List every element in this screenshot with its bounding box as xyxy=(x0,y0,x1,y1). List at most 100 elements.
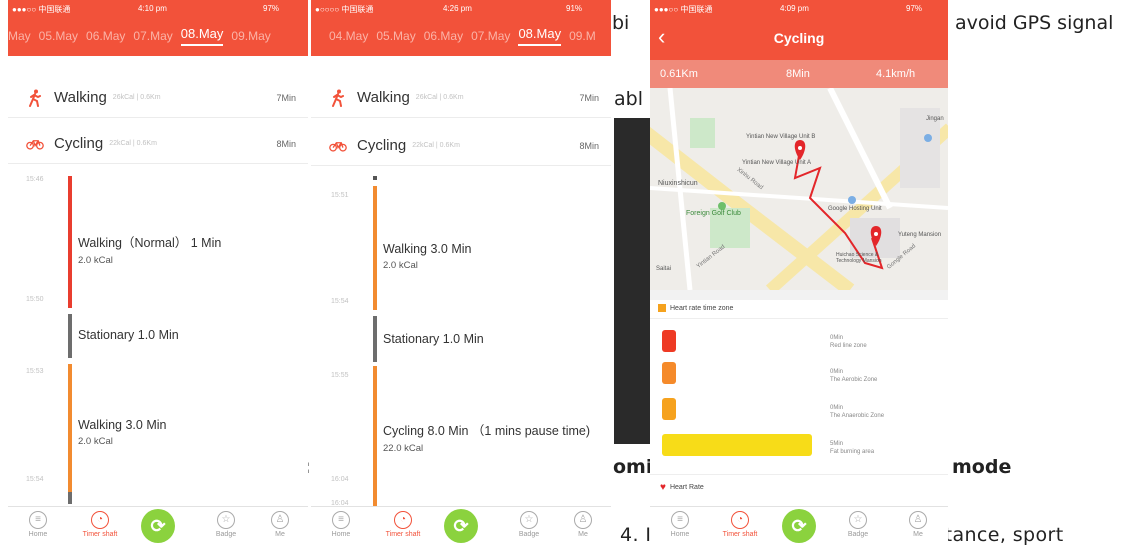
tab-label: Me xyxy=(275,531,285,538)
nav-bar: ‹ Cycling xyxy=(650,16,948,60)
timeline-time: 15:46 xyxy=(26,176,44,183)
tab-timer-shaft[interactable]: ◔ Timer shaft xyxy=(720,511,760,538)
tab-home[interactable]: ≡ Home xyxy=(18,511,58,538)
date-tab[interactable]: 09.M xyxy=(569,29,596,43)
map-canvas xyxy=(650,88,948,290)
date-tab[interactable]: 07.May xyxy=(471,29,510,43)
hr-zone-header: Heart rate time zone xyxy=(658,304,733,312)
date-strip[interactable]: 04.May 05.May 06.May 07.May 08.May 09.M xyxy=(311,16,611,56)
hr-zone-title: Heart rate time zone xyxy=(670,304,734,312)
segment-entry[interactable]: Cycling 8.0 Min （1 mins pause time) 22.0… xyxy=(383,420,590,454)
date-tab[interactable]: 09.May xyxy=(231,29,270,43)
segment-entry[interactable]: Walking 3.0 Min 2.0 kCal xyxy=(78,418,166,447)
bicycle-icon xyxy=(329,137,347,155)
phone-screen-2: ●○○○○ 中国联通 4:26 pm 91% 04.May 05.May 06.… xyxy=(311,0,611,546)
segment-label: Stationary 1.0 Min xyxy=(383,332,484,346)
date-tab[interactable]: 07.May xyxy=(133,29,172,43)
sync-button[interactable]: ⟳ xyxy=(141,509,175,543)
stat-speed: 4.1km/h xyxy=(876,68,916,80)
zone-time: 0Min xyxy=(830,335,844,341)
home-icon: ≡ xyxy=(332,511,350,529)
timeline-time: 15:50 xyxy=(26,296,44,303)
phone-screen-1: ●●●○○ 中国联通 4:10 pm 97% May 05.May 06.May… xyxy=(8,0,308,546)
timeline-segment-stationary xyxy=(373,316,377,362)
clock: 4:10 pm xyxy=(138,4,167,13)
battery: 91% xyxy=(566,4,583,13)
device-photo-strip xyxy=(614,118,650,444)
tab-timer-shaft[interactable]: ◔ Timer shaft xyxy=(80,511,120,538)
tab-badge[interactable]: ☆ Badge xyxy=(509,511,549,538)
map-label: Google Hosting Unit xyxy=(828,206,882,212)
hr-zone-row: 5Min Fat burning area xyxy=(650,432,948,462)
date-tab[interactable]: 06.May xyxy=(86,29,125,43)
route-map[interactable]: Yintian New Village Unit B Yintian New V… xyxy=(650,88,948,290)
segment-entry[interactable]: Stationary 1.0 Min xyxy=(78,328,179,342)
tab-me[interactable]: ♙ Me xyxy=(260,511,300,538)
bicycle-icon xyxy=(26,135,44,153)
status-bar: ●●●○○ 中国联通 4:09 pm 97% xyxy=(650,0,948,16)
date-tab[interactable]: 05.May xyxy=(376,29,415,43)
segment-entry[interactable]: Walking 3.0 Min 2.0 kCal xyxy=(383,242,471,271)
badge-icon: ☆ xyxy=(849,511,867,529)
segment-entry[interactable]: Stationary 1.0 Min xyxy=(383,332,484,346)
tab-me[interactable]: ♙ Me xyxy=(563,511,603,538)
timeline-segment-stationary xyxy=(68,492,72,504)
segment-label: Walking 3.0 Min xyxy=(383,242,472,256)
date-tab-selected[interactable]: 08.May xyxy=(180,26,224,46)
activity-row-walking[interactable]: Walking 26kCal | 0.6Km 7Min xyxy=(8,78,308,118)
timeline-time: 15:54 xyxy=(26,476,44,483)
date-tab[interactable]: 05.May xyxy=(39,29,78,43)
map-label: Foreign Golf Club xyxy=(686,210,741,217)
home-icon: ≡ xyxy=(29,511,47,529)
person-icon: ♙ xyxy=(574,511,592,529)
doc-text-frag: bi xyxy=(612,12,630,34)
tab-home[interactable]: ≡ Home xyxy=(321,511,361,538)
segment-label: Walking 3.0 Min xyxy=(78,418,167,432)
zone-name: Fat burning area xyxy=(830,449,875,455)
activity-sub: 22kCal | 0.6Km xyxy=(412,142,460,149)
stats-bar: 0.61Km 8Min 4.1km/h xyxy=(650,60,948,88)
tab-label: Me xyxy=(578,531,588,538)
segment-kcal: 2.0 kCal xyxy=(78,436,113,447)
timeline-dot xyxy=(373,176,377,180)
date-tab[interactable]: May xyxy=(8,29,31,43)
stat-distance: 0.61Km xyxy=(660,68,698,80)
segment-label: Cycling 8.0 Min （1 mins pause time) xyxy=(383,424,591,438)
tab-home[interactable]: ≡ Home xyxy=(660,511,700,538)
timeline-segment-stationary xyxy=(68,314,72,358)
activity-row-cycling[interactable]: Cycling 22kCal | 0.6Km 8Min xyxy=(311,126,611,166)
date-strip[interactable]: May 05.May 06.May 07.May 08.May 09.May xyxy=(8,16,308,56)
map-label: Saitai xyxy=(656,266,672,272)
timeline-segment-walking xyxy=(373,186,377,310)
tab-label: Me xyxy=(913,531,923,538)
tab-bar: ≡ Home ◔ Timer shaft ⟳ ☆ Badge ♙ Me xyxy=(311,506,611,546)
date-tab[interactable]: 06.May xyxy=(424,29,463,43)
tab-badge[interactable]: ☆ Badge xyxy=(206,511,246,538)
zone-name: Red line zone xyxy=(830,343,867,349)
sync-button[interactable]: ⟳ xyxy=(782,509,816,543)
tab-label: Home xyxy=(28,531,48,538)
battery: 97% xyxy=(263,4,280,13)
date-tab-selected[interactable]: 08.May xyxy=(518,26,562,46)
hr-zone-row: 0Min The Anaerobic Zone xyxy=(650,396,948,426)
date-tab[interactable]: 04.May xyxy=(329,29,368,43)
tab-label: Timer shaft xyxy=(82,531,118,538)
badge-icon: ☆ xyxy=(520,511,538,529)
carrier: ●●●○○ 中国联通 xyxy=(12,5,71,14)
tab-me[interactable]: ♙ Me xyxy=(898,511,938,538)
tab-badge[interactable]: ☆ Badge xyxy=(838,511,878,538)
tab-timer-shaft[interactable]: ◔ Timer shaft xyxy=(383,511,423,538)
zone-bar xyxy=(662,434,812,456)
badge-icon: ☆ xyxy=(217,511,235,529)
activity-row-cycling[interactable]: Cycling 22kCal | 0.6Km 8Min xyxy=(8,124,308,164)
segment-label: Walking（Normal） 1 Min xyxy=(78,236,222,250)
stat-time: 8Min xyxy=(786,68,810,80)
segment-entry[interactable]: Walking（Normal） 1 Min 2.0 kCal xyxy=(78,232,221,266)
sync-button[interactable]: ⟳ xyxy=(444,509,478,543)
map-label: Yuteng Mansion xyxy=(898,232,942,238)
segment-kcal: 22.0 kCal xyxy=(383,443,424,454)
zone-time: 5Min xyxy=(830,441,844,447)
zone-label: 0Min The Anaerobic Zone xyxy=(830,404,884,420)
activity-row-walking[interactable]: Walking 26kCal | 0.6Km 7Min xyxy=(311,78,611,118)
home-icon: ≡ xyxy=(671,511,689,529)
